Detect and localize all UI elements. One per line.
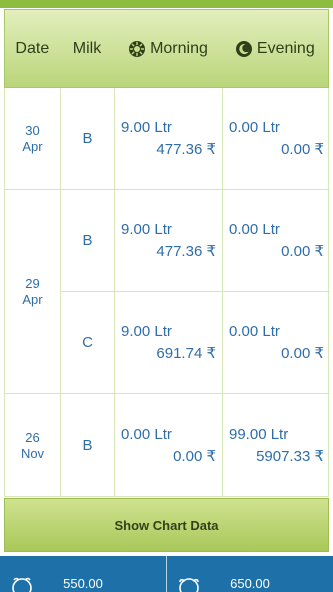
morning-amount: 477.36 ₹ <box>156 140 216 158</box>
date-cell: 29 Apr <box>5 190 60 393</box>
evening-quantity: 0.00 Ltr <box>229 322 280 340</box>
evening-amount: 0.00 ₹ <box>281 242 324 260</box>
header-milk: Milk <box>72 39 102 57</box>
milk-type-cell[interactable]: B <box>61 190 114 291</box>
morning-value-cell[interactable]: 9.00 Ltr 477.36 ₹ <box>115 88 222 189</box>
header-evening: Evening <box>222 10 328 87</box>
morning-value-cell[interactable]: 9.00 Ltr 691.74 ₹ <box>115 292 222 393</box>
date-month: Nov <box>20 445 45 461</box>
cow-total-tab[interactable]: 550.00 <box>0 556 166 592</box>
milk-type-cell[interactable]: C <box>61 292 114 393</box>
morning-value-cell[interactable]: 9.00 Ltr 477.36 ₹ <box>115 190 222 291</box>
evening-quantity: 99.00 Ltr <box>229 425 289 443</box>
buffalo-icon <box>177 576 201 592</box>
date-month: Apr <box>22 291 43 307</box>
milk-entries-table: 30 Apr B 9.00 Ltr 477.36 ₹ 0.00 Ltr 0.00… <box>4 88 330 497</box>
header-date: Date <box>15 39 50 57</box>
evening-value-cell[interactable]: 0.00 Ltr 0.00 ₹ <box>223 88 330 189</box>
evening-value-cell[interactable]: 99.00 Ltr 5907.33 ₹ <box>223 394 330 497</box>
date-month: Apr <box>22 138 43 154</box>
evening-quantity: 0.00 Ltr <box>229 118 280 136</box>
milk-type-cell[interactable]: B <box>61 88 114 189</box>
morning-value-cell[interactable]: 0.00 Ltr 0.00 ₹ <box>115 394 222 497</box>
buffalo-total-value: 650.00 <box>230 576 270 591</box>
milk-type-cell[interactable]: B <box>61 394 114 497</box>
morning-amount: 0.00 ₹ <box>173 447 216 465</box>
cow-icon <box>10 576 34 592</box>
date-day: 30 <box>25 122 40 138</box>
morning-quantity: 9.00 Ltr <box>121 118 172 136</box>
evening-value-cell[interactable]: 0.00 Ltr 0.00 ₹ <box>223 292 330 393</box>
table-header: Date Milk Morning Evening <box>4 9 329 88</box>
evening-amount: 0.00 ₹ <box>281 140 324 158</box>
sun-icon <box>128 40 146 58</box>
morning-quantity: 9.00 Ltr <box>121 220 172 238</box>
top-accent-bar <box>0 0 333 8</box>
date-cell: 30 Apr <box>5 88 60 189</box>
bottom-summary-bar: 550.00 650.00 <box>0 556 333 592</box>
evening-quantity: 0.00 Ltr <box>229 220 280 238</box>
date-cell: 26 Nov <box>5 394 60 497</box>
header-morning: Morning <box>114 10 221 87</box>
show-chart-data-button[interactable]: Show Chart Data <box>4 498 329 552</box>
evening-value-cell[interactable]: 0.00 Ltr 0.00 ₹ <box>223 190 330 291</box>
date-day: 26 <box>25 429 40 445</box>
date-day: 29 <box>25 275 40 291</box>
morning-quantity: 9.00 Ltr <box>121 322 172 340</box>
evening-amount: 0.00 ₹ <box>281 344 324 362</box>
morning-amount: 691.74 ₹ <box>156 344 216 362</box>
buffalo-total-tab[interactable]: 650.00 <box>166 556 333 592</box>
morning-amount: 477.36 ₹ <box>156 242 216 260</box>
cow-total-value: 550.00 <box>63 576 103 591</box>
moon-icon <box>235 40 253 58</box>
header-morning-label: Morning <box>150 39 208 57</box>
morning-quantity: 0.00 Ltr <box>121 425 172 443</box>
header-evening-label: Evening <box>256 39 315 57</box>
evening-amount: 5907.33 ₹ <box>256 447 324 465</box>
